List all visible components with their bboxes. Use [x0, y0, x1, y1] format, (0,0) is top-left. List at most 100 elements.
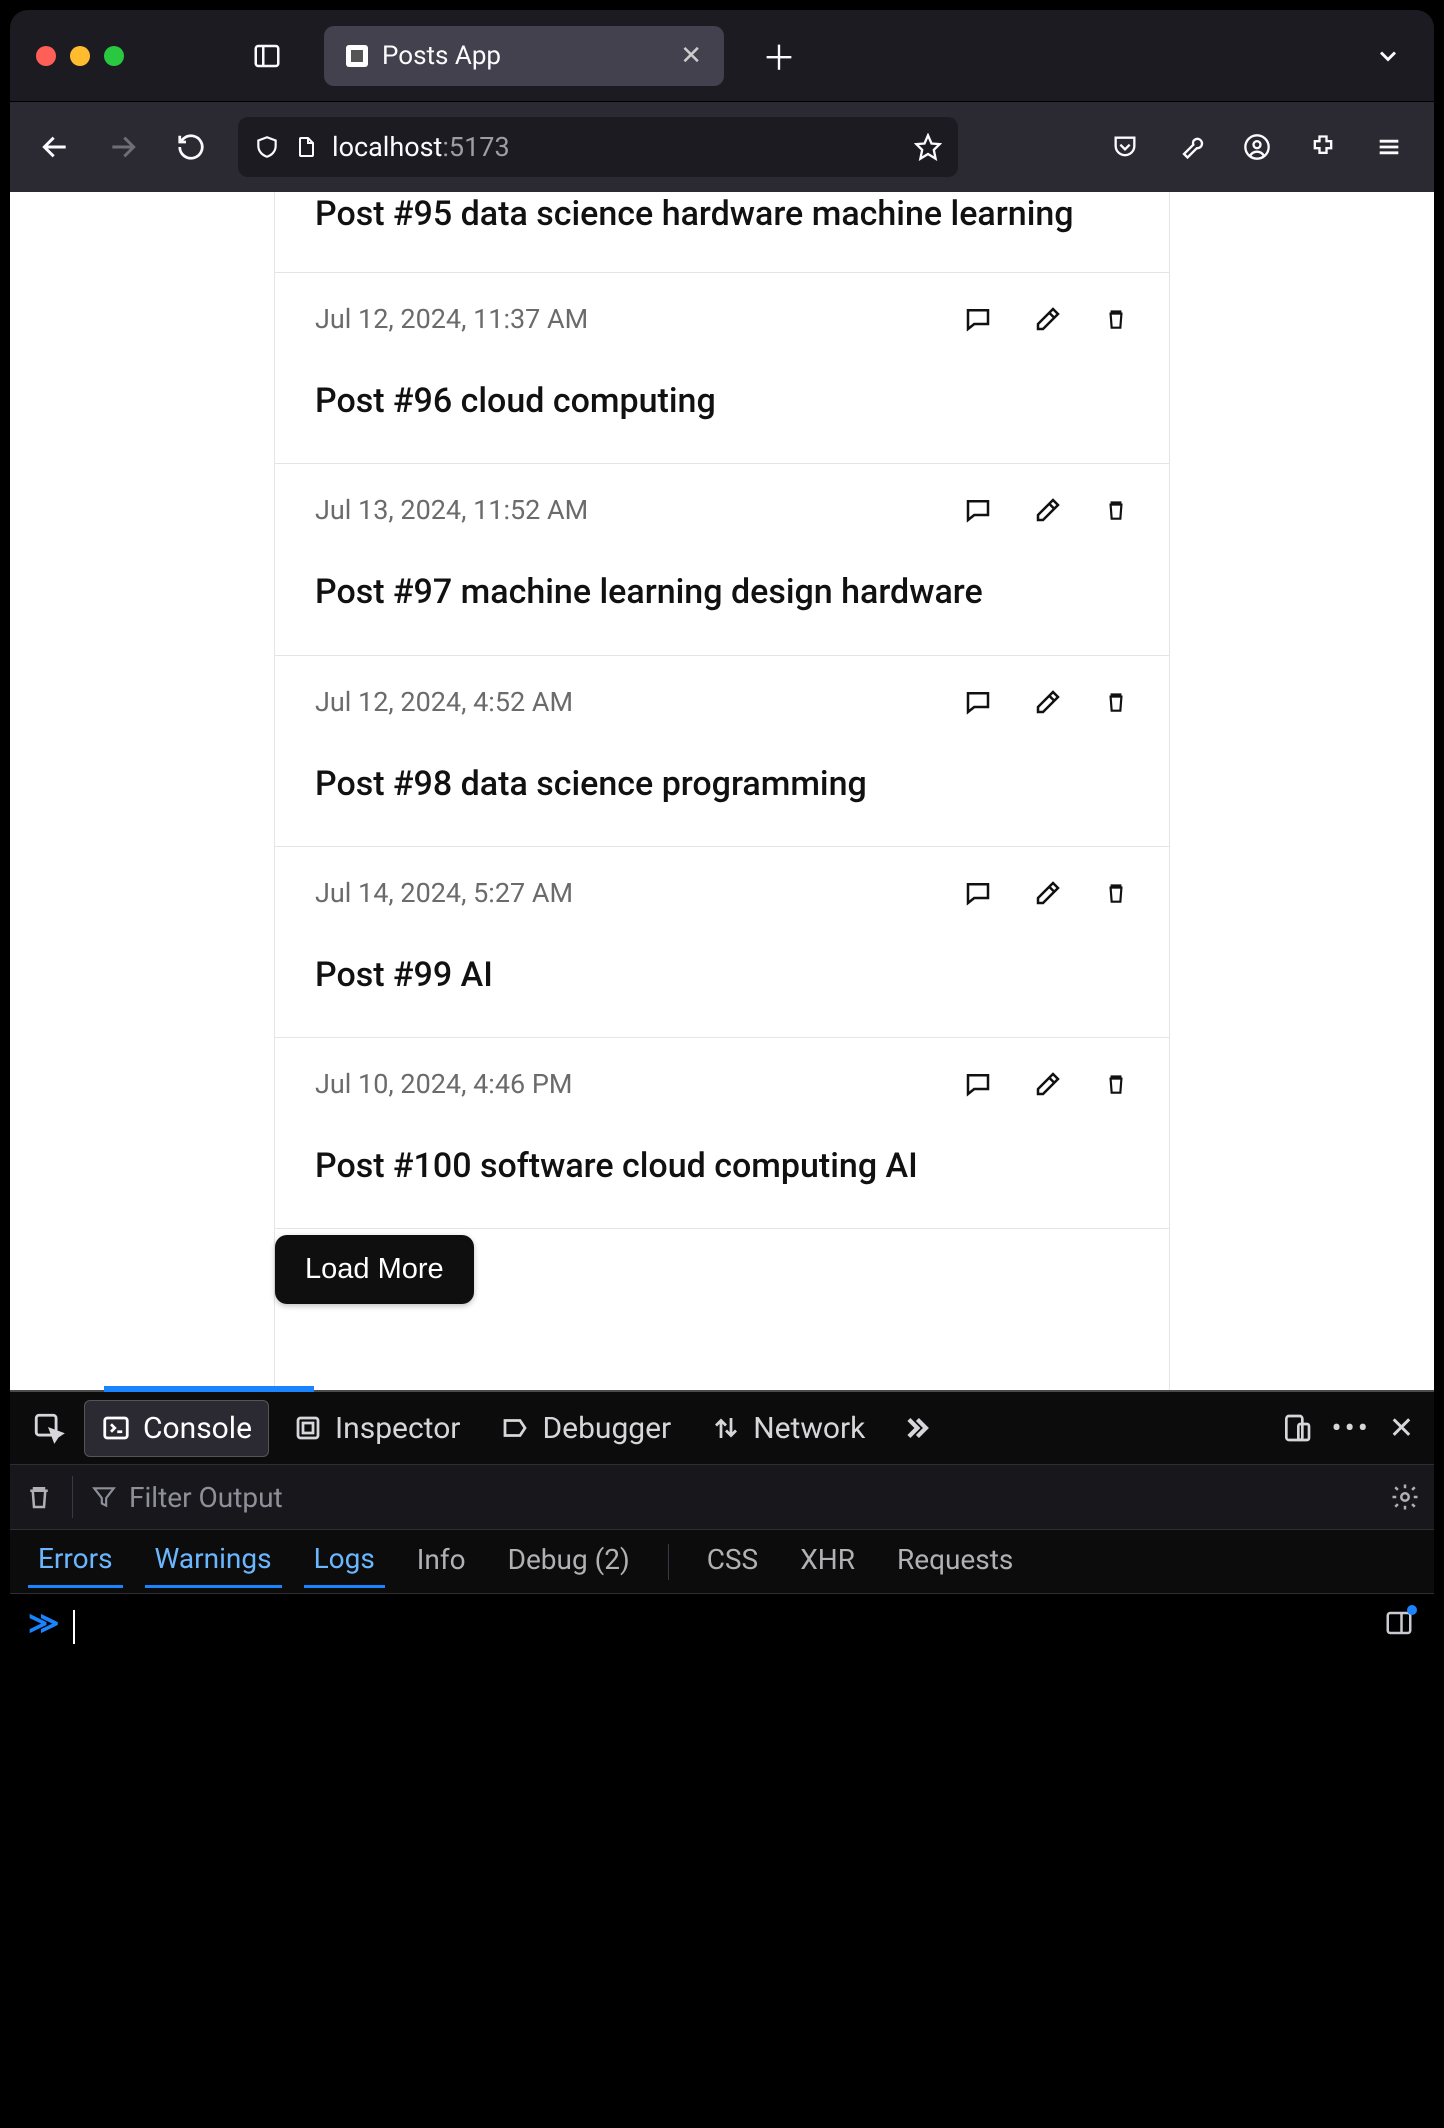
network-icon	[711, 1413, 741, 1443]
devtools-more-tabs-button[interactable]	[889, 1401, 943, 1455]
pick-element-button[interactable]	[22, 1401, 76, 1455]
browser-toolbar: localhost:5173	[10, 102, 1434, 192]
delete-button[interactable]	[1103, 495, 1129, 525]
devtools-menu-button[interactable]: •••	[1331, 1411, 1370, 1446]
post-title: Post #96 cloud computing	[315, 379, 1129, 423]
close-window-button[interactable]	[36, 46, 56, 66]
devtools-button[interactable]	[1164, 120, 1218, 174]
reload-button[interactable]	[164, 120, 218, 174]
devtools-loading-indicator	[104, 1386, 314, 1392]
devtools-tab-debugger[interactable]: Debugger	[484, 1401, 687, 1456]
devtools-tab-network[interactable]: Network	[695, 1401, 881, 1456]
console-settings-button[interactable]	[1390, 1482, 1420, 1512]
post-title: Post #100 software cloud computing AI	[315, 1144, 1129, 1188]
post-actions	[963, 495, 1129, 525]
funnel-icon	[91, 1484, 117, 1510]
devtools-tab-label: Network	[753, 1411, 865, 1446]
clear-console-button[interactable]	[24, 1482, 54, 1512]
app-menu-button[interactable]	[1362, 120, 1416, 174]
devtools-tab-console[interactable]: Console	[84, 1400, 269, 1457]
browser-tab[interactable]: Posts App ✕	[324, 26, 724, 86]
console-category-chips: Errors Warnings Logs Info Debug (2) CSS …	[10, 1530, 1434, 1594]
extensions-button[interactable]	[1296, 120, 1350, 174]
devtools-close-button[interactable]: ✕	[1389, 1411, 1414, 1446]
devtools-panel: Console Inspector Debugger Network ••• ✕	[10, 1390, 1434, 2110]
pocket-button[interactable]	[1098, 120, 1152, 174]
post-title: Post #97 machine learning design hardwar…	[315, 570, 1129, 614]
back-button[interactable]	[28, 120, 82, 174]
page-content: Post #95 data science hardware machine l…	[10, 192, 1434, 1390]
bookmark-star-button[interactable]	[914, 133, 942, 161]
comment-button[interactable]	[963, 304, 993, 334]
console-prompt-icon: ≫	[28, 1606, 59, 1641]
post-item: Jul 10, 2024, 4:46 PM Post #100 software…	[275, 1038, 1169, 1229]
chip-info[interactable]: Info	[407, 1537, 476, 1586]
post-item: Jul 13, 2024, 11:52 AM Post #97 machine …	[275, 464, 1169, 655]
edit-button[interactable]	[1033, 878, 1063, 908]
console-icon	[101, 1413, 131, 1443]
edit-button[interactable]	[1033, 304, 1063, 334]
post-title: Post #95 data science hardware machine l…	[315, 192, 1129, 236]
post-actions	[963, 1069, 1129, 1099]
delete-button[interactable]	[1103, 878, 1129, 908]
window-controls	[36, 46, 124, 66]
comment-button[interactable]	[963, 495, 993, 525]
edit-button[interactable]	[1033, 687, 1063, 717]
page-info-icon	[294, 133, 318, 161]
toggle-sidebar-button[interactable]	[1384, 1608, 1414, 1638]
post-actions	[963, 687, 1129, 717]
devtools-tab-label: Inspector	[335, 1411, 460, 1446]
tabs-overflow-button[interactable]	[1374, 42, 1402, 70]
inspector-icon	[293, 1413, 323, 1443]
post-date: Jul 13, 2024, 11:52 AM	[315, 494, 588, 526]
load-more-button[interactable]: Load More	[275, 1235, 474, 1304]
post-actions	[963, 878, 1129, 908]
devtools-tab-label: Console	[143, 1411, 252, 1446]
debugger-icon	[500, 1413, 530, 1443]
console-output[interactable]: ≫	[10, 1594, 1434, 2110]
maximize-window-button[interactable]	[104, 46, 124, 66]
responsive-mode-button[interactable]	[1281, 1412, 1313, 1444]
delete-button[interactable]	[1103, 1069, 1129, 1099]
post-date: Jul 12, 2024, 4:52 AM	[315, 686, 573, 718]
shield-icon	[254, 134, 280, 160]
delete-button[interactable]	[1103, 687, 1129, 717]
devtools-tab-inspector[interactable]: Inspector	[277, 1401, 476, 1456]
new-tab-button[interactable]: ＋	[762, 31, 796, 80]
post-title: Post #98 data science programming	[315, 762, 1129, 806]
devtools-tabstrip: Console Inspector Debugger Network ••• ✕	[10, 1392, 1434, 1464]
filter-placeholder: Filter Output	[129, 1481, 283, 1514]
chip-logs[interactable]: Logs	[304, 1536, 385, 1588]
edit-button[interactable]	[1033, 495, 1063, 525]
devtools-tab-label: Debugger	[542, 1411, 671, 1446]
comment-button[interactable]	[963, 687, 993, 717]
comment-button[interactable]	[963, 878, 993, 908]
minimize-window-button[interactable]	[70, 46, 90, 66]
url-bar[interactable]: localhost:5173	[238, 117, 958, 177]
delete-button[interactable]	[1103, 304, 1129, 334]
post-date: Jul 14, 2024, 5:27 AM	[315, 877, 573, 909]
console-cursor	[73, 1610, 75, 1644]
comment-button[interactable]	[963, 1069, 993, 1099]
posts-feed: Post #95 data science hardware machine l…	[274, 192, 1170, 1390]
tab-close-button[interactable]: ✕	[680, 41, 702, 71]
sidebar-toggle-icon[interactable]	[252, 41, 282, 71]
chip-warnings[interactable]: Warnings	[145, 1536, 282, 1588]
chip-requests[interactable]: Requests	[887, 1537, 1023, 1586]
divider	[72, 1476, 73, 1518]
url-text: localhost:5173	[332, 131, 510, 163]
tab-title: Posts App	[382, 41, 666, 71]
chip-css[interactable]: CSS	[697, 1537, 768, 1586]
account-button[interactable]	[1230, 120, 1284, 174]
post-item: Jul 14, 2024, 5:27 AM Post #99 AI	[275, 847, 1169, 1038]
filter-output-input[interactable]: Filter Output	[91, 1481, 1372, 1514]
forward-button[interactable]	[96, 120, 150, 174]
divider	[668, 1544, 669, 1580]
chip-errors[interactable]: Errors	[28, 1536, 123, 1588]
edit-button[interactable]	[1033, 1069, 1063, 1099]
post-item: Post #95 data science hardware machine l…	[275, 192, 1169, 273]
chip-debug[interactable]: Debug (2)	[498, 1537, 640, 1586]
post-actions	[963, 304, 1129, 334]
post-item: Jul 12, 2024, 4:52 AM Post #98 data scie…	[275, 656, 1169, 847]
chip-xhr[interactable]: XHR	[790, 1537, 865, 1586]
